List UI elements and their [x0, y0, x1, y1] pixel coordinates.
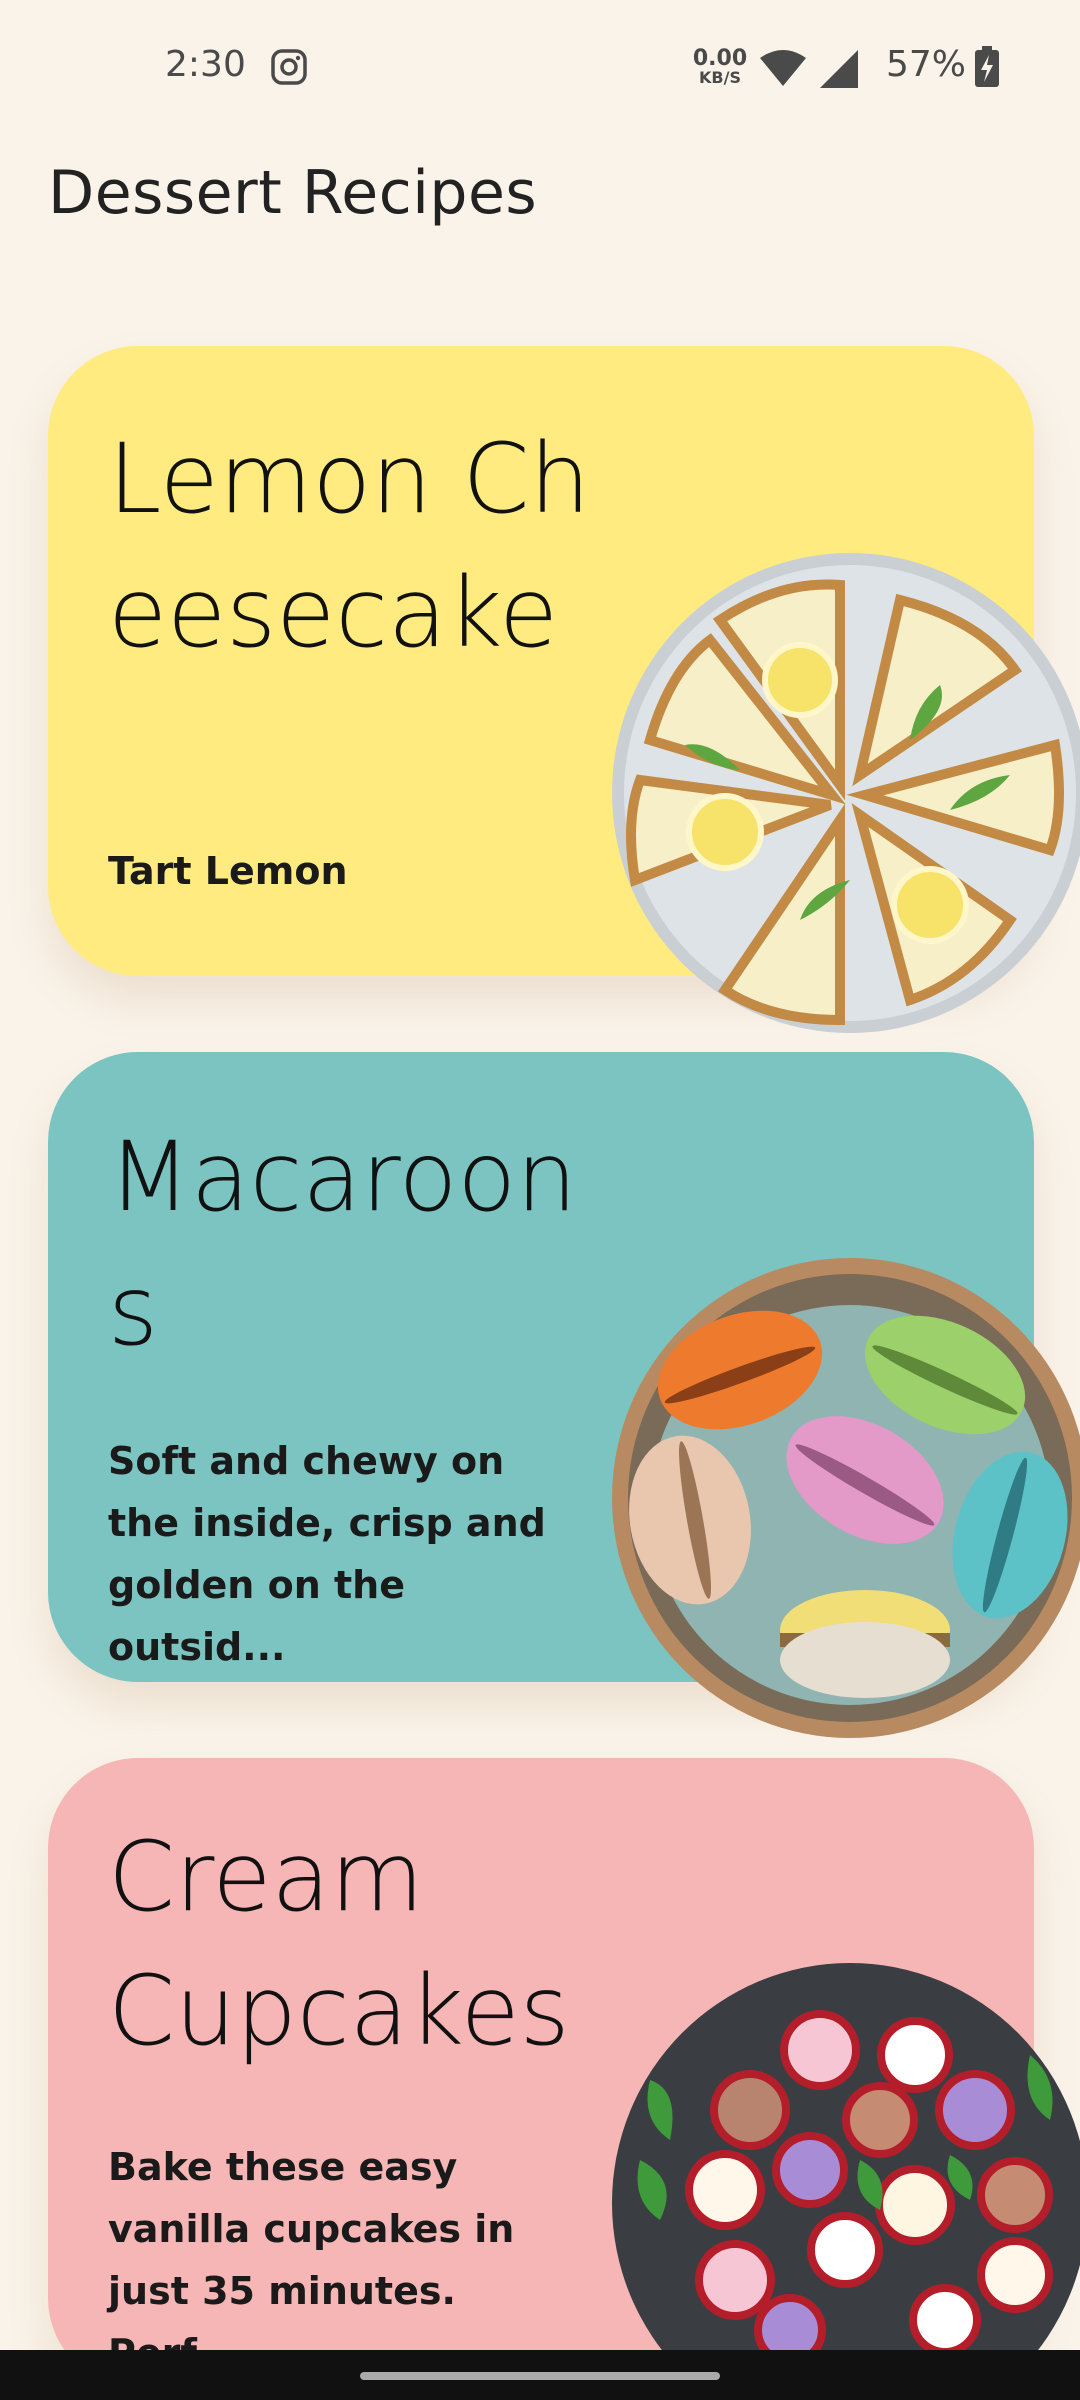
recipe-description: Bake these easy vanilla cupcakes in just…: [108, 2145, 515, 2375]
network-speed-unit: KB/S: [699, 68, 741, 87]
macaroons-image: [612, 1258, 1080, 1738]
battery-percentage: 57%: [886, 44, 967, 85]
home-indicator[interactable]: [360, 2372, 720, 2380]
instagram-icon: [271, 49, 307, 85]
status-time: 2:30: [165, 44, 246, 85]
recipe-description: Tart Lemon: [108, 849, 348, 893]
network-speed: 0.00 KB/S: [690, 48, 750, 86]
cupcakes-image: [612, 1963, 1080, 2350]
recipe-title: Macaroons: [108, 1121, 577, 1367]
network-speed-value: 0.00: [692, 46, 748, 71]
wifi-icon: [760, 50, 806, 86]
battery-charging-icon: [975, 46, 999, 87]
recipe-title: Lemon Cheesecake: [108, 423, 591, 669]
page-title: Dessert Recipes: [48, 158, 538, 228]
recipe-description: Soft and chewy on the inside, crisp and …: [108, 1439, 546, 1669]
signal-icon: [820, 50, 858, 88]
navigation-bar: [0, 2350, 1080, 2400]
recipe-title: Cream Cupcakes: [108, 1821, 570, 2067]
lemon-cheesecake-image: [612, 553, 1080, 1033]
status-bar: 2:30 0.00 KB/S 57%: [0, 0, 1080, 140]
